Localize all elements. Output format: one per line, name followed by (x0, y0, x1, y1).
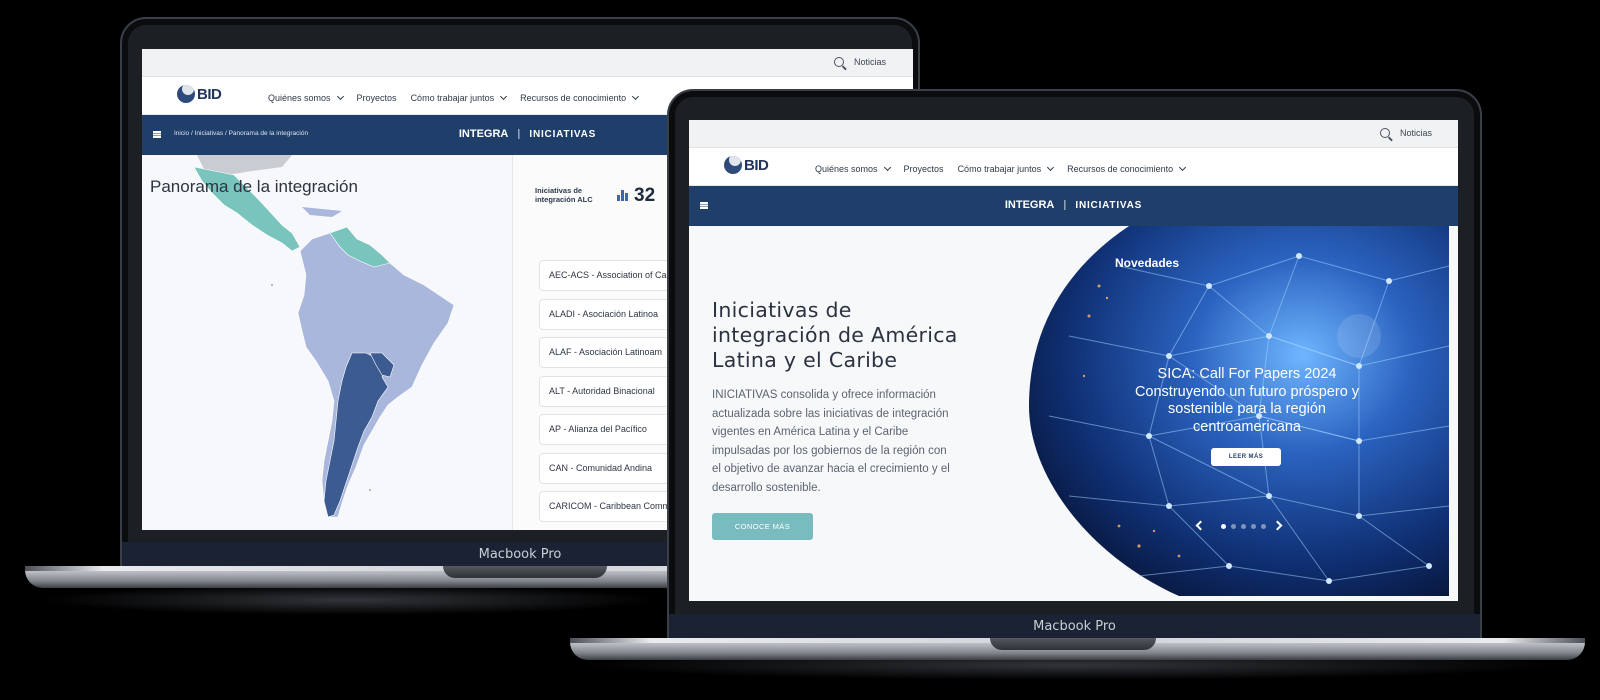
bar-chart-icon (617, 190, 629, 201)
mockup-stage: Macbook Pro Noticias BID Quiénes somos P… (0, 0, 1600, 700)
carousel-dot[interactable] (1251, 524, 1256, 529)
integra-band: INTEGRA INICIATIVAS (689, 186, 1458, 226)
nav-item-quienes-somos[interactable]: Quiénes somos (268, 92, 344, 103)
hamburger-menu-icon[interactable] (700, 202, 708, 204)
news-link[interactable]: Noticias (1400, 128, 1432, 138)
chevron-down-icon (883, 163, 891, 172)
breadcrumb: Inicio / Iniciativas / Panorama de la in… (174, 130, 309, 137)
topbar: Noticias (689, 120, 1458, 148)
breadcrumb-iniciativas[interactable]: Iniciativas (195, 130, 224, 137)
nav-menu: Quiénes somos Proyectos Cómo trabajar ju… (268, 92, 640, 103)
nav-item-proyectos[interactable]: Proyectos (904, 164, 944, 174)
integra-brand[interactable]: INTEGRA INICIATIVAS (1005, 199, 1142, 211)
nav-item-recursos[interactable]: Recursos de conocimiento (1067, 163, 1187, 174)
bid-globe-icon (177, 85, 195, 103)
stat-value: 32 (634, 185, 656, 206)
left-laptop-notch (443, 566, 607, 578)
main-nav: BID Quiénes somos Proyectos Cómo trabaja… (689, 148, 1458, 186)
hamburger-menu-icon[interactable] (153, 131, 161, 133)
right-laptop-notch (990, 638, 1156, 650)
bid-logo[interactable]: BID (724, 156, 769, 174)
nav-item-como-trabajar[interactable]: Cómo trabajar juntos (958, 163, 1055, 174)
carousel-dot[interactable] (1231, 524, 1236, 529)
chevron-down-icon (336, 92, 344, 101)
bid-globe-icon (724, 156, 742, 174)
left-device-label: Macbook Pro (478, 546, 562, 562)
map-panel: Panorama de la integración (142, 155, 512, 530)
nav-item-quienes-somos[interactable]: Quiénes somos (815, 163, 891, 174)
left-laptop-shadow (40, 585, 660, 615)
conoce-mas-button[interactable]: CONOCE MÁS (712, 513, 813, 540)
integra-brand[interactable]: INTEGRA INICIATIVAS (459, 128, 596, 140)
chevron-down-icon (1179, 163, 1187, 172)
carousel-label: Novedades (1115, 256, 1180, 270)
search-icon[interactable] (834, 57, 844, 67)
carousel-dot[interactable] (1241, 524, 1246, 529)
map-title: Panorama de la integración (150, 177, 358, 196)
topbar: Noticias (142, 49, 913, 77)
chevron-down-icon (1047, 163, 1055, 172)
nav-menu: Quiénes somos Proyectos Cómo trabajar ju… (815, 163, 1187, 174)
hero-title: Iniciativas de integración de América La… (712, 298, 958, 372)
right-laptop-base (570, 638, 1585, 660)
breadcrumb-current: Panorama de la integración (228, 130, 309, 137)
search-icon[interactable] (1380, 128, 1390, 138)
carousel-dots (1221, 524, 1266, 529)
nav-item-recursos[interactable]: Recursos de conocimiento (520, 92, 640, 103)
carousel-dot[interactable] (1221, 524, 1226, 529)
news-link[interactable]: Noticias (854, 57, 886, 67)
bid-logo[interactable]: BID (177, 85, 222, 103)
carousel-dot[interactable] (1261, 524, 1266, 529)
leer-mas-button[interactable]: LEER MÁS (1211, 448, 1281, 466)
right-screen: Noticias BID Quiénes somos Proyectos Cóm… (689, 120, 1458, 601)
slide-title: SICA: Call For Papers 2024 Construyendo … (1134, 366, 1360, 435)
nav-item-como-trabajar[interactable]: Cómo trabajar juntos (411, 92, 508, 103)
latin-america-map[interactable] (142, 155, 512, 530)
breadcrumb-inicio[interactable]: Inicio (174, 130, 189, 137)
chevron-down-icon (500, 92, 508, 101)
right-laptop-chin: Macbook Pro (669, 614, 1480, 638)
hero-description: INICIATIVAS consolida y ofrece informaci… (712, 389, 950, 494)
chevron-down-icon (632, 92, 640, 101)
right-device-label: Macbook Pro (1033, 618, 1116, 634)
stat-label: Iniciativas de integración ALC (535, 186, 593, 204)
nav-item-proyectos[interactable]: Proyectos (357, 93, 397, 103)
